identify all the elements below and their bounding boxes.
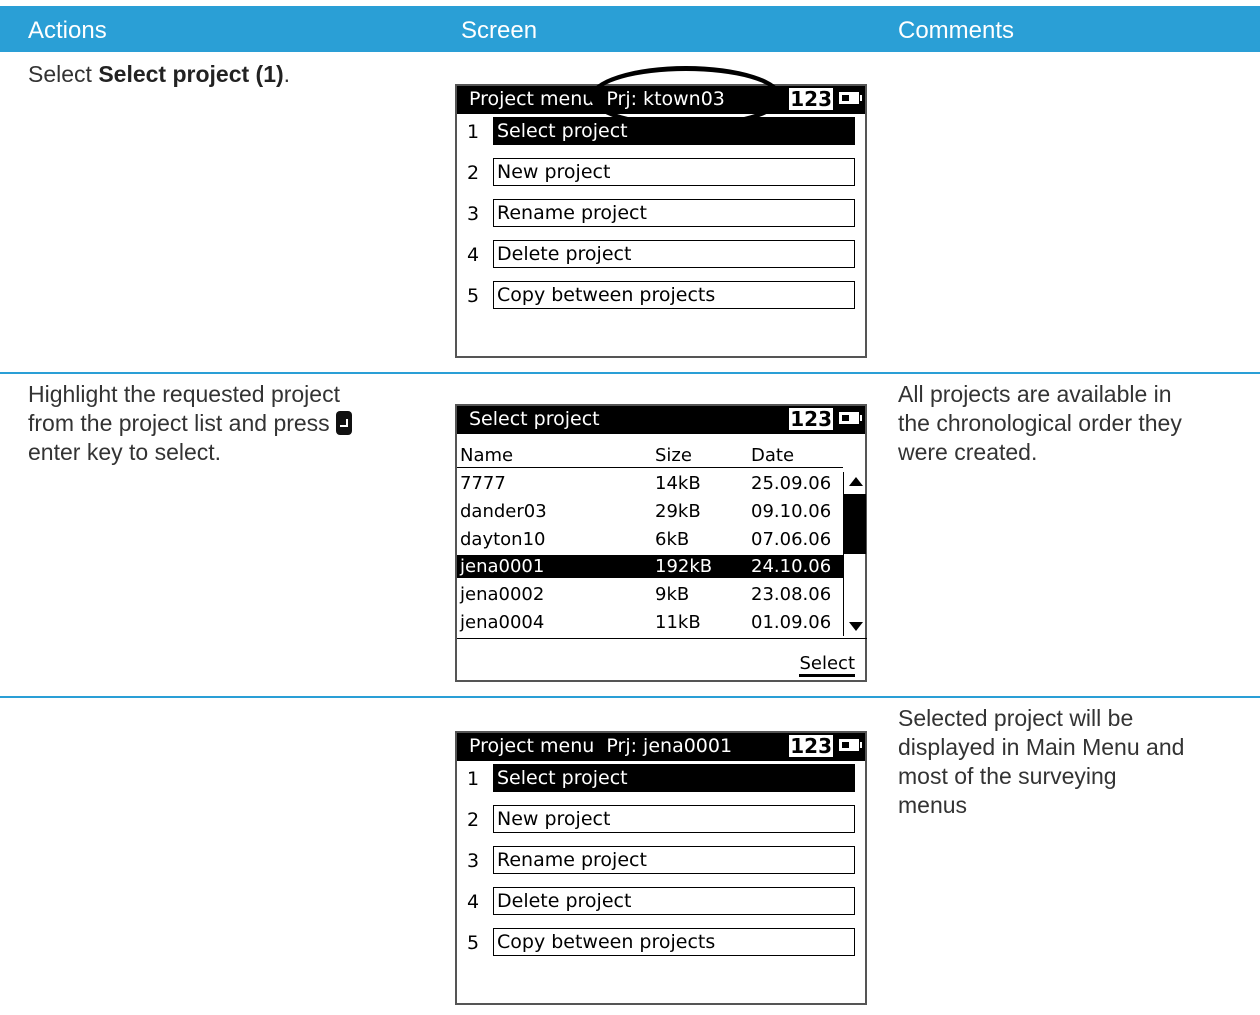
menu-item-number: 1 — [467, 121, 480, 143]
header-screen: Screen — [461, 17, 538, 44]
scroll-down-arrow-icon[interactable] — [849, 622, 863, 631]
battery-icon — [839, 412, 862, 424]
screen-title-bar: Select project 123 — [457, 406, 865, 434]
select-softkey[interactable]: Select — [799, 653, 855, 677]
input-mode-indicator: 123 — [789, 407, 833, 431]
menu-item-number: 3 — [467, 203, 480, 225]
menu-item-number: 1 — [467, 768, 480, 790]
device-screen-project-menu-2: Project menu Prj: jena0001 123 1 Select … — [455, 731, 867, 1005]
menu-item-label: Rename project — [493, 199, 855, 227]
menu-item-new-project[interactable]: 2 New project — [457, 805, 867, 837]
menu-item-label: Copy between projects — [493, 928, 855, 956]
menu-item-label: New project — [493, 805, 855, 833]
project-row[interactable]: dayton10 6kB 07.06.06 — [457, 528, 843, 551]
list-header: Name Size Date — [457, 444, 843, 467]
battery-icon — [839, 739, 862, 751]
menu-item-select-project[interactable]: 1 Select project — [457, 764, 867, 796]
header-actions: Actions — [28, 17, 107, 44]
project-row[interactable]: jena0002 9kB 23.08.06 — [457, 583, 843, 606]
list-scrollbar[interactable] — [843, 472, 866, 636]
project-row[interactable]: 7777 14kB 25.09.06 — [457, 472, 843, 495]
header-comments: Comments — [898, 17, 1015, 44]
row2-action-line: enter key to select. — [28, 439, 222, 465]
menu-item-number: 3 — [467, 850, 480, 872]
column-header-name: Name — [460, 445, 514, 466]
project-row[interactable]: dander03 29kB 09.10.06 — [457, 500, 843, 523]
menu-item-delete-project[interactable]: 4 Delete project — [457, 887, 867, 919]
menu-item-label: Select project — [493, 764, 855, 792]
row1-action-bold: Select project (1) — [98, 61, 284, 87]
menu-item-new-project[interactable]: 2 New project — [457, 158, 867, 190]
table-header: Actions Screen Comments — [0, 6, 1260, 52]
column-header-size: Size — [655, 445, 692, 466]
menu-item-rename-project[interactable]: 3 Rename project — [457, 199, 867, 231]
column-header-date: Date — [751, 445, 795, 466]
row2-comment: All projects are available in the chrono… — [898, 381, 1182, 465]
menu-item-rename-project[interactable]: 3 Rename project — [457, 846, 867, 878]
menu-item-label: Delete project — [493, 887, 855, 915]
row1-action: Select Select project (1). — [28, 60, 290, 89]
list-bottom-divider — [457, 638, 867, 639]
input-mode-indicator: 123 — [789, 734, 833, 758]
project-row-selected[interactable]: jena0001 192kB 24.10.06 — [457, 555, 843, 578]
row-separator — [0, 696, 1260, 698]
menu-item-number: 5 — [467, 932, 480, 954]
row3-comment: Selected project will be displayed in Ma… — [898, 705, 1185, 818]
scrollbar-thumb[interactable] — [844, 494, 866, 554]
scroll-up-arrow-icon[interactable] — [849, 477, 863, 486]
menu-item-label: Copy between projects — [493, 281, 855, 309]
device-screen-select-project: Select project 123 Name Size Date 7777 1… — [455, 404, 867, 682]
enter-key-icon — [336, 411, 353, 435]
input-mode-indicator: 123 — [789, 87, 833, 111]
menu-item-label: Rename project — [493, 846, 855, 874]
menu-item-number: 4 — [467, 891, 480, 913]
menu-item-number: 2 — [467, 162, 480, 184]
header-divider — [457, 467, 843, 468]
menu-item-number: 4 — [467, 244, 480, 266]
menu-item-label: New project — [493, 158, 855, 186]
battery-icon — [839, 92, 862, 104]
menu-item-number: 2 — [467, 809, 480, 831]
row1-action-suffix: . — [283, 61, 291, 87]
screen-title: Select project — [469, 408, 600, 430]
row2-action-line: Highlight the requested project — [28, 381, 340, 407]
row2-action: Highlight the requested project from the… — [28, 380, 353, 467]
menu-item-label: Delete project — [493, 240, 855, 268]
row2-action-line: from the project list and press — [28, 409, 353, 438]
row1-action-prefix: Select — [28, 61, 99, 87]
menu-item-copy-between-projects[interactable]: 5 Copy between projects — [457, 928, 867, 960]
highlight-ellipse — [590, 66, 782, 128]
screen-title-bar: Project menu Prj: jena0001 123 — [457, 733, 865, 761]
menu-item-delete-project[interactable]: 4 Delete project — [457, 240, 867, 272]
screen-title: Project menu Prj: jena0001 — [469, 735, 733, 757]
row-separator — [0, 372, 1260, 374]
menu-item-number: 5 — [467, 285, 480, 307]
menu-item-copy-between-projects[interactable]: 5 Copy between projects — [457, 281, 867, 313]
project-row[interactable]: jena0004 11kB 01.09.06 — [457, 611, 843, 634]
